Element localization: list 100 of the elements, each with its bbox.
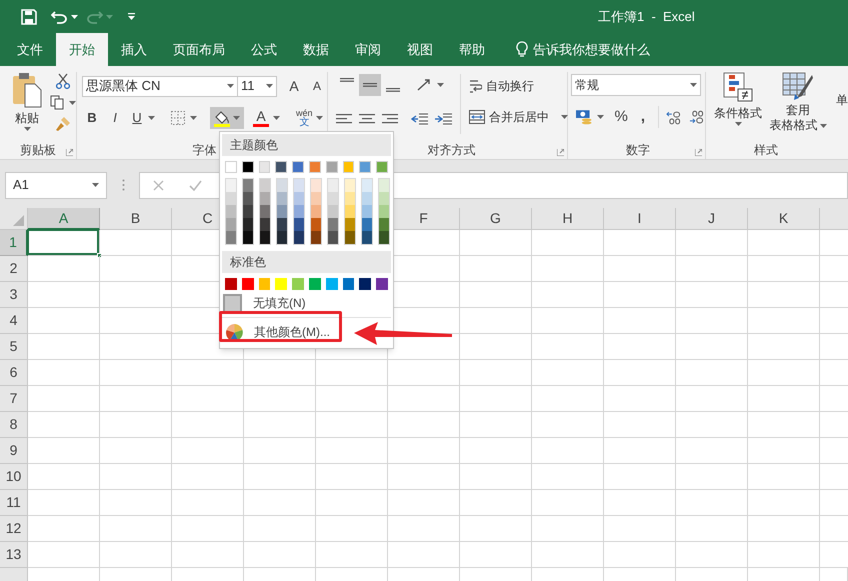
phonetic-button[interactable]: wén 文 [296,108,313,128]
color-swatch[interactable] [277,231,287,244]
color-swatch[interactable] [242,278,254,290]
column-header[interactable]: I [604,208,676,230]
grow-font-button[interactable]: A [284,76,304,96]
shrink-font-button[interactable]: A [307,77,327,95]
ribbon-tab[interactable]: 插入 [108,33,160,66]
select-all-corner[interactable] [0,208,28,230]
color-swatch[interactable] [292,161,304,173]
row-header[interactable] [0,568,28,581]
color-swatch[interactable] [326,161,338,173]
font-size-field[interactable]: 11 [238,76,277,96]
ribbon-tab[interactable]: 视图 [394,33,446,66]
name-box[interactable]: A1 [5,172,107,198]
color-swatch[interactable] [311,192,321,205]
row-header[interactable]: 10 [0,464,28,490]
increase-indent-icon[interactable] [435,113,452,125]
column-header[interactable]: B [100,208,172,230]
color-swatch[interactable] [359,161,372,173]
row-header[interactable]: 8 [0,412,28,438]
column-header[interactable]: K [748,208,820,230]
color-swatch[interactable] [294,205,304,218]
color-swatch[interactable] [277,192,287,205]
row-header[interactable]: 13 [0,542,28,568]
row-header[interactable]: 2 [0,256,28,282]
color-swatch[interactable] [379,192,389,205]
comma-button[interactable]: , [640,106,645,128]
row-header[interactable]: 11 [0,490,28,516]
paste-button[interactable]: 粘贴 [8,72,46,141]
color-swatch[interactable] [342,161,354,173]
currency-icon[interactable] [576,110,592,124]
row-header[interactable]: 9 [0,438,28,464]
font-color-button[interactable]: A [253,108,269,128]
ribbon-tab[interactable]: 审阅 [342,33,394,66]
color-swatch[interactable] [362,192,372,205]
underline-button[interactable]: U [128,108,146,128]
vertical-align-button[interactable] [359,74,381,96]
color-swatch[interactable] [275,278,288,290]
fill-color-button[interactable] [210,107,244,129]
ribbon-tab[interactable]: 页面布局 [160,33,238,66]
color-swatch[interactable] [242,161,254,173]
color-swatch[interactable] [345,205,355,218]
ribbon-tab[interactable]: 公式 [238,33,290,66]
color-swatch[interactable] [243,231,253,244]
ribbon-tab[interactable]: 帮助 [446,33,498,66]
align-right-icon[interactable] [382,112,398,126]
column-header[interactable] [820,208,848,230]
color-swatch[interactable] [258,161,270,173]
column-header[interactable]: H [532,208,604,230]
color-swatch[interactable] [243,192,253,205]
format-painter-icon[interactable] [55,116,71,132]
no-fill-item[interactable]: 无填充(N) [220,293,393,313]
undo-icon[interactable] [51,10,68,24]
color-swatch[interactable] [260,179,270,192]
color-swatch[interactable] [362,179,372,192]
color-swatch[interactable] [379,179,389,192]
color-swatch[interactable] [275,161,288,173]
color-swatch[interactable] [311,218,321,231]
row-header[interactable]: 5 [0,334,28,360]
color-swatch[interactable] [226,205,236,218]
color-swatch[interactable] [226,179,236,192]
row-header[interactable]: 12 [0,516,28,542]
color-swatch[interactable] [379,218,389,231]
color-swatch[interactable] [328,218,338,231]
merge-center-button[interactable]: 合并后居中 [469,108,549,126]
color-swatch[interactable] [345,218,355,231]
color-swatch[interactable] [260,205,270,218]
italic-button[interactable]: I [105,108,125,128]
decrease-decimal-icon[interactable] [689,110,705,124]
color-swatch[interactable] [243,218,253,231]
cell-styles-label[interactable]: 单 [836,91,848,109]
color-swatch[interactable] [277,205,287,218]
ribbon-tab[interactable]: 文件 [4,33,56,66]
color-swatch[interactable] [328,231,338,244]
scissors-icon[interactable] [56,73,70,89]
align-left-icon[interactable] [336,112,352,126]
column-header[interactable]: A [28,208,100,230]
save-icon[interactable] [21,8,37,24]
row-header[interactable]: 7 [0,386,28,412]
dialog-launcher-icon[interactable] [66,149,73,156]
color-swatch[interactable] [243,205,253,218]
color-swatch[interactable] [294,218,304,231]
color-swatch[interactable] [277,179,287,192]
color-swatch[interactable] [328,179,338,192]
cancel-icon[interactable] [153,180,164,190]
color-swatch[interactable] [328,205,338,218]
color-swatch[interactable] [277,218,287,231]
color-swatch[interactable] [308,278,321,290]
color-swatch[interactable] [342,278,354,290]
color-swatch[interactable] [311,205,321,218]
redo-icon[interactable] [86,10,103,24]
row-header[interactable]: 6 [0,360,28,386]
fill-handle-icon[interactable] [97,253,102,258]
customize-icon[interactable] [128,13,135,20]
borders-icon[interactable] [171,111,185,125]
copy-icon[interactable] [50,95,65,110]
color-swatch[interactable] [311,231,321,244]
color-swatch[interactable] [243,179,253,192]
color-swatch[interactable] [345,231,355,244]
color-swatch[interactable] [294,192,304,205]
